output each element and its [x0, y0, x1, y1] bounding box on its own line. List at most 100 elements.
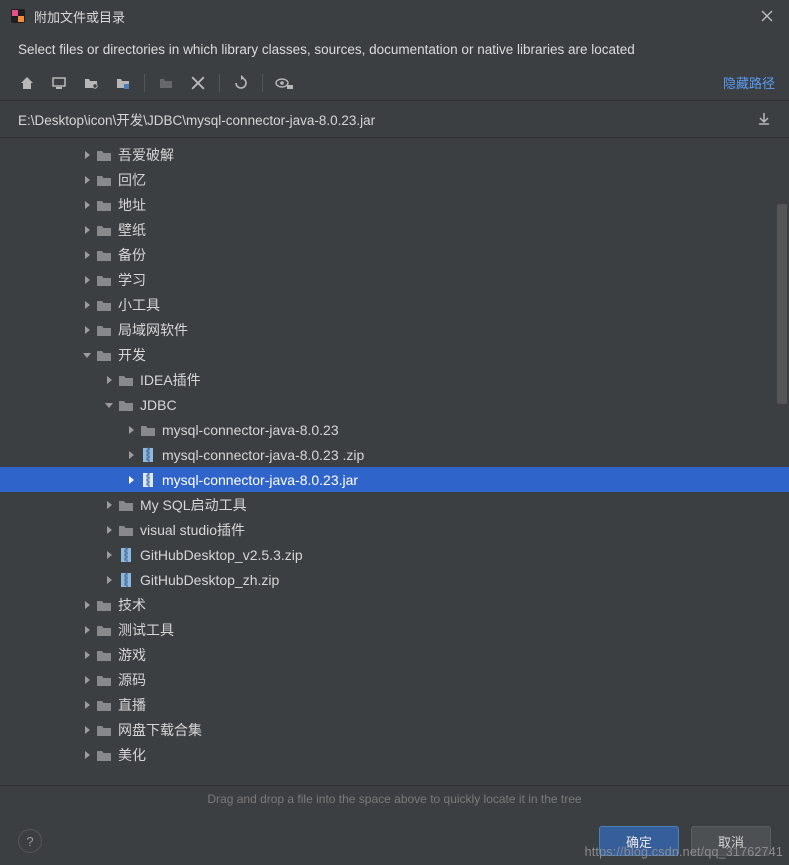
chevron-right-icon[interactable]	[124, 450, 138, 460]
chevron-right-icon[interactable]	[80, 325, 94, 335]
chevron-right-icon[interactable]	[80, 700, 94, 710]
chevron-right-icon[interactable]	[80, 750, 94, 760]
scrollbar-thumb[interactable]	[777, 204, 787, 404]
tree-node[interactable]: 学习	[0, 267, 789, 292]
tree-node[interactable]: 美化	[0, 742, 789, 767]
tree-node[interactable]: GitHubDesktop_zh.zip	[0, 567, 789, 592]
folder-icon	[94, 648, 114, 662]
archive-icon	[116, 572, 136, 588]
tree-node[interactable]: 地址	[0, 192, 789, 217]
tree-node-label: 回忆	[118, 170, 146, 190]
app-icon	[10, 8, 26, 24]
chevron-right-icon[interactable]	[124, 475, 138, 485]
tree-node-label: 技术	[118, 595, 146, 615]
chevron-right-icon[interactable]	[80, 200, 94, 210]
chevron-right-icon[interactable]	[124, 425, 138, 435]
tree-node[interactable]: 直播	[0, 692, 789, 717]
folder-icon	[116, 523, 136, 537]
tree-node[interactable]: 测试工具	[0, 617, 789, 642]
tree-node-label: 网盘下载合集	[118, 720, 202, 740]
dialog-subtitle: Select files or directories in which lib…	[0, 32, 789, 71]
archive-icon	[138, 447, 158, 463]
tree-node[interactable]: IDEA插件	[0, 367, 789, 392]
folder-icon	[94, 298, 114, 312]
chevron-right-icon[interactable]	[80, 175, 94, 185]
tree-node[interactable]: My SQL启动工具	[0, 492, 789, 517]
chevron-right-icon[interactable]	[80, 625, 94, 635]
chevron-right-icon[interactable]	[80, 650, 94, 660]
folder-icon	[94, 673, 114, 687]
tree-node[interactable]: 回忆	[0, 167, 789, 192]
tree-node-label: 地址	[118, 195, 146, 215]
tree-node[interactable]: 备份	[0, 242, 789, 267]
tree-node-label: 备份	[118, 245, 146, 265]
tree-node-label: 源码	[118, 670, 146, 690]
show-hidden-icon[interactable]	[275, 74, 293, 92]
new-folder-icon[interactable]	[157, 74, 175, 92]
chevron-right-icon[interactable]	[80, 225, 94, 235]
tree-node-label: visual studio插件	[140, 520, 245, 540]
chevron-right-icon[interactable]	[80, 300, 94, 310]
folder-icon	[94, 748, 114, 762]
chevron-right-icon[interactable]	[80, 150, 94, 160]
archive-icon	[116, 547, 136, 563]
tree-node[interactable]: 网盘下载合集	[0, 717, 789, 742]
tree-node-label: 吾爱破解	[118, 145, 174, 165]
folder-icon	[94, 173, 114, 187]
tree-node-label: mysql-connector-java-8.0.23 .zip	[162, 447, 364, 463]
tree-node[interactable]: JDBC	[0, 392, 789, 417]
tree-node-label: 直播	[118, 695, 146, 715]
tree-node[interactable]: mysql-connector-java-8.0.23 .zip	[0, 442, 789, 467]
tree-node[interactable]: 局域网软件	[0, 317, 789, 342]
home-icon[interactable]	[18, 74, 36, 92]
tree-node[interactable]: 开发	[0, 342, 789, 367]
tree-scrollbar[interactable]	[777, 140, 787, 780]
chevron-right-icon[interactable]	[80, 250, 94, 260]
path-input[interactable]	[18, 107, 757, 131]
chevron-down-icon[interactable]	[80, 350, 94, 360]
chevron-right-icon[interactable]	[102, 575, 116, 585]
tree-node[interactable]: 游戏	[0, 642, 789, 667]
path-row	[0, 101, 789, 138]
tree-node[interactable]: mysql-connector-java-8.0.23	[0, 417, 789, 442]
folder-icon	[94, 323, 114, 337]
help-icon[interactable]: ?	[18, 829, 42, 853]
tree-node-label: My SQL启动工具	[140, 495, 247, 515]
tree-node[interactable]: GitHubDesktop_v2.5.3.zip	[0, 542, 789, 567]
tree-node-label: GitHubDesktop_v2.5.3.zip	[140, 547, 303, 563]
folder-icon	[94, 273, 114, 287]
tree-node-label: mysql-connector-java-8.0.23	[162, 422, 339, 438]
tree-node[interactable]: 吾爱破解	[0, 142, 789, 167]
hide-path-link[interactable]: 隐藏路径	[723, 73, 775, 92]
chevron-down-icon[interactable]	[102, 400, 116, 410]
chevron-right-icon[interactable]	[80, 675, 94, 685]
delete-icon[interactable]	[189, 74, 207, 92]
chevron-right-icon[interactable]	[80, 275, 94, 285]
chevron-right-icon[interactable]	[102, 550, 116, 560]
toolbar-separator	[262, 74, 263, 92]
chevron-right-icon[interactable]	[102, 500, 116, 510]
tree-node[interactable]: mysql-connector-java-8.0.23.jar	[0, 467, 789, 492]
titlebar: 附加文件或目录	[0, 0, 789, 32]
chevron-right-icon[interactable]	[80, 725, 94, 735]
tree-node[interactable]: 源码	[0, 667, 789, 692]
chevron-right-icon[interactable]	[102, 525, 116, 535]
tree-node[interactable]: 小工具	[0, 292, 789, 317]
tree-node[interactable]: visual studio插件	[0, 517, 789, 542]
chevron-right-icon[interactable]	[80, 600, 94, 610]
file-tree[interactable]: 吾爱破解回忆地址壁纸备份学习小工具局域网软件开发IDEA插件JDBC mysql-…	[0, 138, 789, 786]
folder-icon	[94, 723, 114, 737]
tree-node[interactable]: 壁纸	[0, 217, 789, 242]
tree-node[interactable]: 技术	[0, 592, 789, 617]
folder-icon	[94, 623, 114, 637]
chevron-right-icon[interactable]	[102, 375, 116, 385]
close-icon[interactable]	[755, 10, 779, 22]
refresh-icon[interactable]	[232, 74, 250, 92]
module-folder-icon[interactable]	[114, 74, 132, 92]
folder-icon	[94, 698, 114, 712]
project-icon[interactable]	[82, 74, 100, 92]
desktop-icon[interactable]	[50, 74, 68, 92]
download-icon[interactable]	[757, 112, 775, 126]
tree-node-label: 开发	[118, 345, 146, 365]
folder-icon	[138, 423, 158, 437]
